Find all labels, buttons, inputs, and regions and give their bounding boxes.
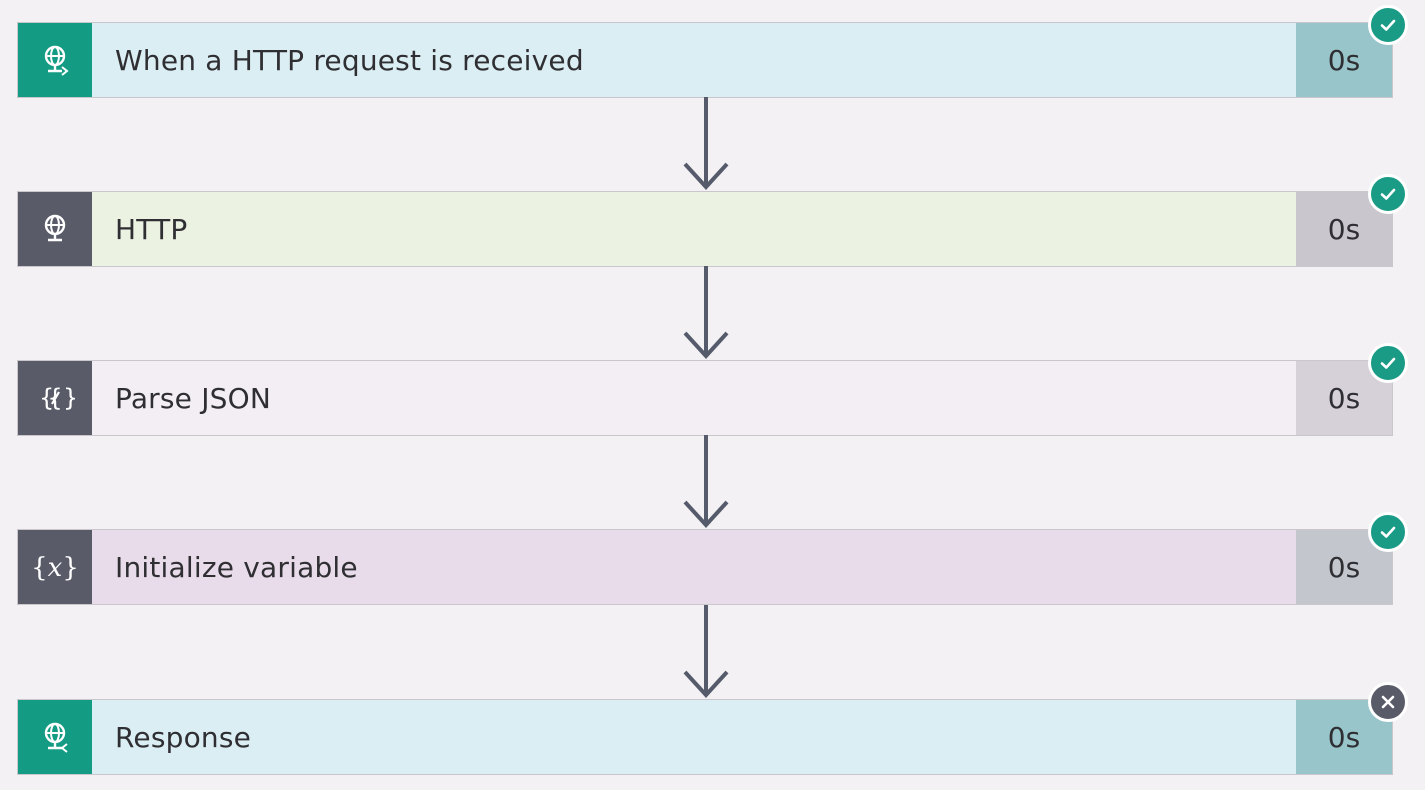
status-badge [1368, 343, 1408, 383]
parse-json-icon: { { } [39, 384, 75, 412]
connector-arrow [683, 266, 729, 359]
check-icon [1380, 188, 1396, 200]
check-icon [1380, 526, 1396, 538]
icon-tile: {x} [18, 530, 92, 604]
connector-arrow [683, 605, 729, 698]
status-badge [1368, 174, 1408, 214]
status-badge [1368, 682, 1408, 722]
svg-text:}: } [63, 384, 75, 412]
svg-text:{x}: {x} [31, 553, 79, 583]
http-request-globe-icon [44, 45, 69, 76]
connector-arrow [683, 435, 729, 528]
icon-tile [18, 23, 92, 97]
step-title: When a HTTP request is received [92, 23, 1296, 97]
step-title: HTTP [92, 192, 1296, 266]
step-when-http-request-received[interactable]: When a HTTP request is received 0s [17, 5, 1408, 98]
step-initialize-variable[interactable]: {x} Initialize variable 0s [17, 512, 1408, 605]
step-title: Response [92, 700, 1296, 774]
connector-arrow [683, 97, 729, 190]
close-icon [1381, 695, 1395, 709]
step-http[interactable]: HTTP 0s [17, 174, 1408, 267]
icon-tile [18, 700, 92, 774]
check-icon [1380, 19, 1396, 31]
http-globe-icon [44, 214, 66, 242]
status-badge [1368, 512, 1408, 552]
status-badge [1368, 5, 1408, 45]
icon-tile: { { } [18, 361, 92, 435]
check-icon [1380, 357, 1396, 369]
step-title: Initialize variable [92, 530, 1296, 604]
svg-text:{: { [39, 384, 54, 412]
step-parse-json[interactable]: { { } Parse JSON 0s [17, 343, 1408, 436]
step-response[interactable]: Response 0s [17, 682, 1408, 775]
response-globe-icon [44, 722, 68, 753]
variable-icon: {x} [31, 553, 79, 583]
icon-tile [18, 192, 92, 266]
step-title: Parse JSON [92, 361, 1296, 435]
